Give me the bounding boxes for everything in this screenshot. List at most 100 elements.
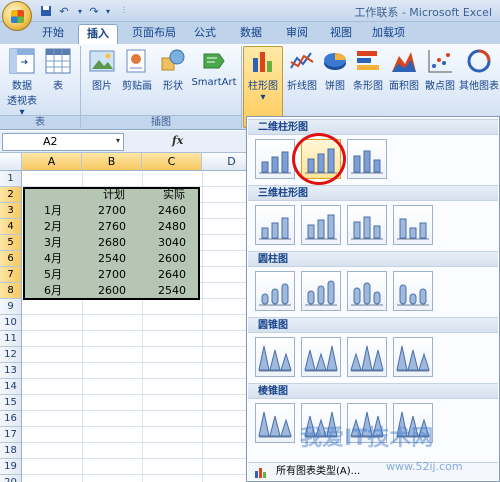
cylinder-chart-option-1[interactable] xyxy=(255,271,295,311)
row-header[interactable]: 9 xyxy=(0,299,22,315)
table-cell[interactable]: 2760 xyxy=(86,219,138,235)
row-header[interactable]: 8 xyxy=(0,283,22,299)
redo-dropdown-icon[interactable]: ▾ xyxy=(100,3,116,19)
bar-chart-button[interactable]: 条形图 xyxy=(350,48,386,92)
table-cell[interactable]: 2600 xyxy=(146,251,198,267)
table-cell[interactable]: 3月 xyxy=(26,235,78,251)
smartart-button[interactable]: SmartArt xyxy=(190,48,238,88)
pyramid-chart-option-1[interactable] xyxy=(255,403,295,443)
row-header[interactable]: 6 xyxy=(0,251,22,267)
row-header[interactable]: 19 xyxy=(0,459,22,475)
column-chart-dropdown-icon: ▾ xyxy=(260,92,266,103)
cone-chart-option-3[interactable] xyxy=(347,337,387,377)
column-header-a[interactable]: A xyxy=(22,153,82,171)
table-cell[interactable]: 2540 xyxy=(146,283,198,299)
3d-column-chart-option-3[interactable] xyxy=(347,205,387,245)
name-box[interactable]: A2 xyxy=(2,133,124,151)
table-cell[interactable]: 2680 xyxy=(86,235,138,251)
row-header[interactable]: 14 xyxy=(0,379,22,395)
shapes-icon xyxy=(160,48,186,74)
cylinder-chart-option-2[interactable] xyxy=(301,271,341,311)
column-header-b[interactable]: B xyxy=(82,153,142,171)
table-cell[interactable]: 2600 xyxy=(86,283,138,299)
row-header[interactable]: 13 xyxy=(0,363,22,379)
row-header[interactable]: 1 xyxy=(0,171,22,187)
save-icon[interactable] xyxy=(38,3,54,19)
cell-c2[interactable]: 实际 xyxy=(146,187,202,203)
3d-column-chart-option-1[interactable] xyxy=(255,205,295,245)
title-bar: ↶ ▾ ↷ ▾ ⫶ 工作联系 - Microsoft Excel xyxy=(0,0,500,31)
cylinder-chart-option-3[interactable] xyxy=(347,271,387,311)
3d-column-chart-option-4[interactable] xyxy=(393,205,433,245)
column-chart-option-3[interactable] xyxy=(347,139,387,179)
table-cell[interactable]: 1月 xyxy=(26,203,78,219)
column-header-c[interactable]: C xyxy=(142,153,202,171)
tab-page-layout[interactable]: 页面布局 xyxy=(124,24,184,44)
line-chart-label: 折线图 xyxy=(287,81,317,92)
shapes-label: 形状 xyxy=(163,81,183,92)
row-header[interactable]: 11 xyxy=(0,331,22,347)
tab-data[interactable]: 数据 xyxy=(232,24,270,44)
name-box-dropdown-icon[interactable]: ▾ xyxy=(116,136,120,145)
picture-button[interactable]: 图片 xyxy=(86,48,118,92)
row-header[interactable]: 12 xyxy=(0,347,22,363)
table-cell[interactable]: 6月 xyxy=(26,283,78,299)
function-icon[interactable]: fx xyxy=(172,134,183,147)
cone-chart-option-2[interactable] xyxy=(301,337,341,377)
table-cell[interactable]: 3040 xyxy=(146,235,198,251)
pie-chart-label: 饼图 xyxy=(325,81,345,92)
row-header[interactable]: 2 xyxy=(0,187,22,203)
tab-view[interactable]: 视图 xyxy=(322,24,360,44)
column-chart-option-1[interactable] xyxy=(255,139,295,179)
scatter-chart-button[interactable]: 散点图 xyxy=(422,48,458,92)
customize-qat-icon[interactable]: ⫶ xyxy=(116,3,132,19)
clipart-button[interactable]: 剪贴画 xyxy=(118,48,156,92)
tab-addins[interactable]: 加载项 xyxy=(364,24,413,44)
area-chart-button[interactable]: 面积图 xyxy=(386,48,422,92)
pivot-table-button[interactable]: 数据 透视表 ▾ xyxy=(4,48,40,118)
tab-review[interactable]: 审阅 xyxy=(278,24,316,44)
cone-chart-option-4[interactable] xyxy=(393,337,433,377)
section-title-cylinder: 圆柱图 xyxy=(248,251,498,267)
row-header[interactable]: 3 xyxy=(0,203,22,219)
row-header[interactable]: 7 xyxy=(0,267,22,283)
pie-chart-button[interactable]: 饼图 xyxy=(320,48,350,92)
row-header[interactable]: 16 xyxy=(0,411,22,427)
column-chart-button[interactable]: 柱形图 ▾ xyxy=(244,48,282,103)
picture-label: 图片 xyxy=(92,81,112,92)
row-header[interactable]: 18 xyxy=(0,443,22,459)
select-all-corner[interactable] xyxy=(0,153,22,171)
row-header[interactable]: 4 xyxy=(0,219,22,235)
smartart-icon xyxy=(201,48,227,74)
table-cell[interactable]: 2700 xyxy=(86,203,138,219)
table-cell[interactable]: 2460 xyxy=(146,203,198,219)
3d-column-chart-option-2[interactable] xyxy=(301,205,341,245)
cell-b2[interactable]: 计划 xyxy=(86,187,142,203)
shapes-button[interactable]: 形状 xyxy=(158,48,188,92)
row-header[interactable]: 20 xyxy=(0,475,22,482)
cone-chart-option-1[interactable] xyxy=(255,337,295,377)
table-cell[interactable]: 2700 xyxy=(86,267,138,283)
table-cell[interactable]: 2月 xyxy=(26,219,78,235)
row-header[interactable]: 17 xyxy=(0,427,22,443)
table-cell[interactable]: 4月 xyxy=(26,251,78,267)
cylinder-chart-option-4[interactable] xyxy=(393,271,433,311)
row-header[interactable]: 5 xyxy=(0,235,22,251)
table-cell[interactable]: 2640 xyxy=(146,267,198,283)
table-button[interactable]: 表 xyxy=(44,48,72,92)
tab-insert[interactable]: 插入 xyxy=(78,24,118,44)
row-header[interactable]: 15 xyxy=(0,395,22,411)
office-button[interactable] xyxy=(2,1,32,31)
undo-icon[interactable]: ↶ xyxy=(56,3,72,19)
column-chart-icon xyxy=(250,48,276,74)
tab-home[interactable]: 开始 xyxy=(34,24,72,44)
highlight-circle xyxy=(292,133,346,185)
table-cell[interactable]: 5月 xyxy=(26,267,78,283)
tab-formulas[interactable]: 公式 xyxy=(186,24,224,44)
table-cell[interactable]: 2480 xyxy=(146,219,198,235)
line-chart-button[interactable]: 折线图 xyxy=(284,48,320,92)
all-chart-types-icon xyxy=(254,466,268,482)
row-header[interactable]: 10 xyxy=(0,315,22,331)
other-charts-button[interactable]: 其他图表 xyxy=(458,48,500,92)
table-cell[interactable]: 2540 xyxy=(86,251,138,267)
